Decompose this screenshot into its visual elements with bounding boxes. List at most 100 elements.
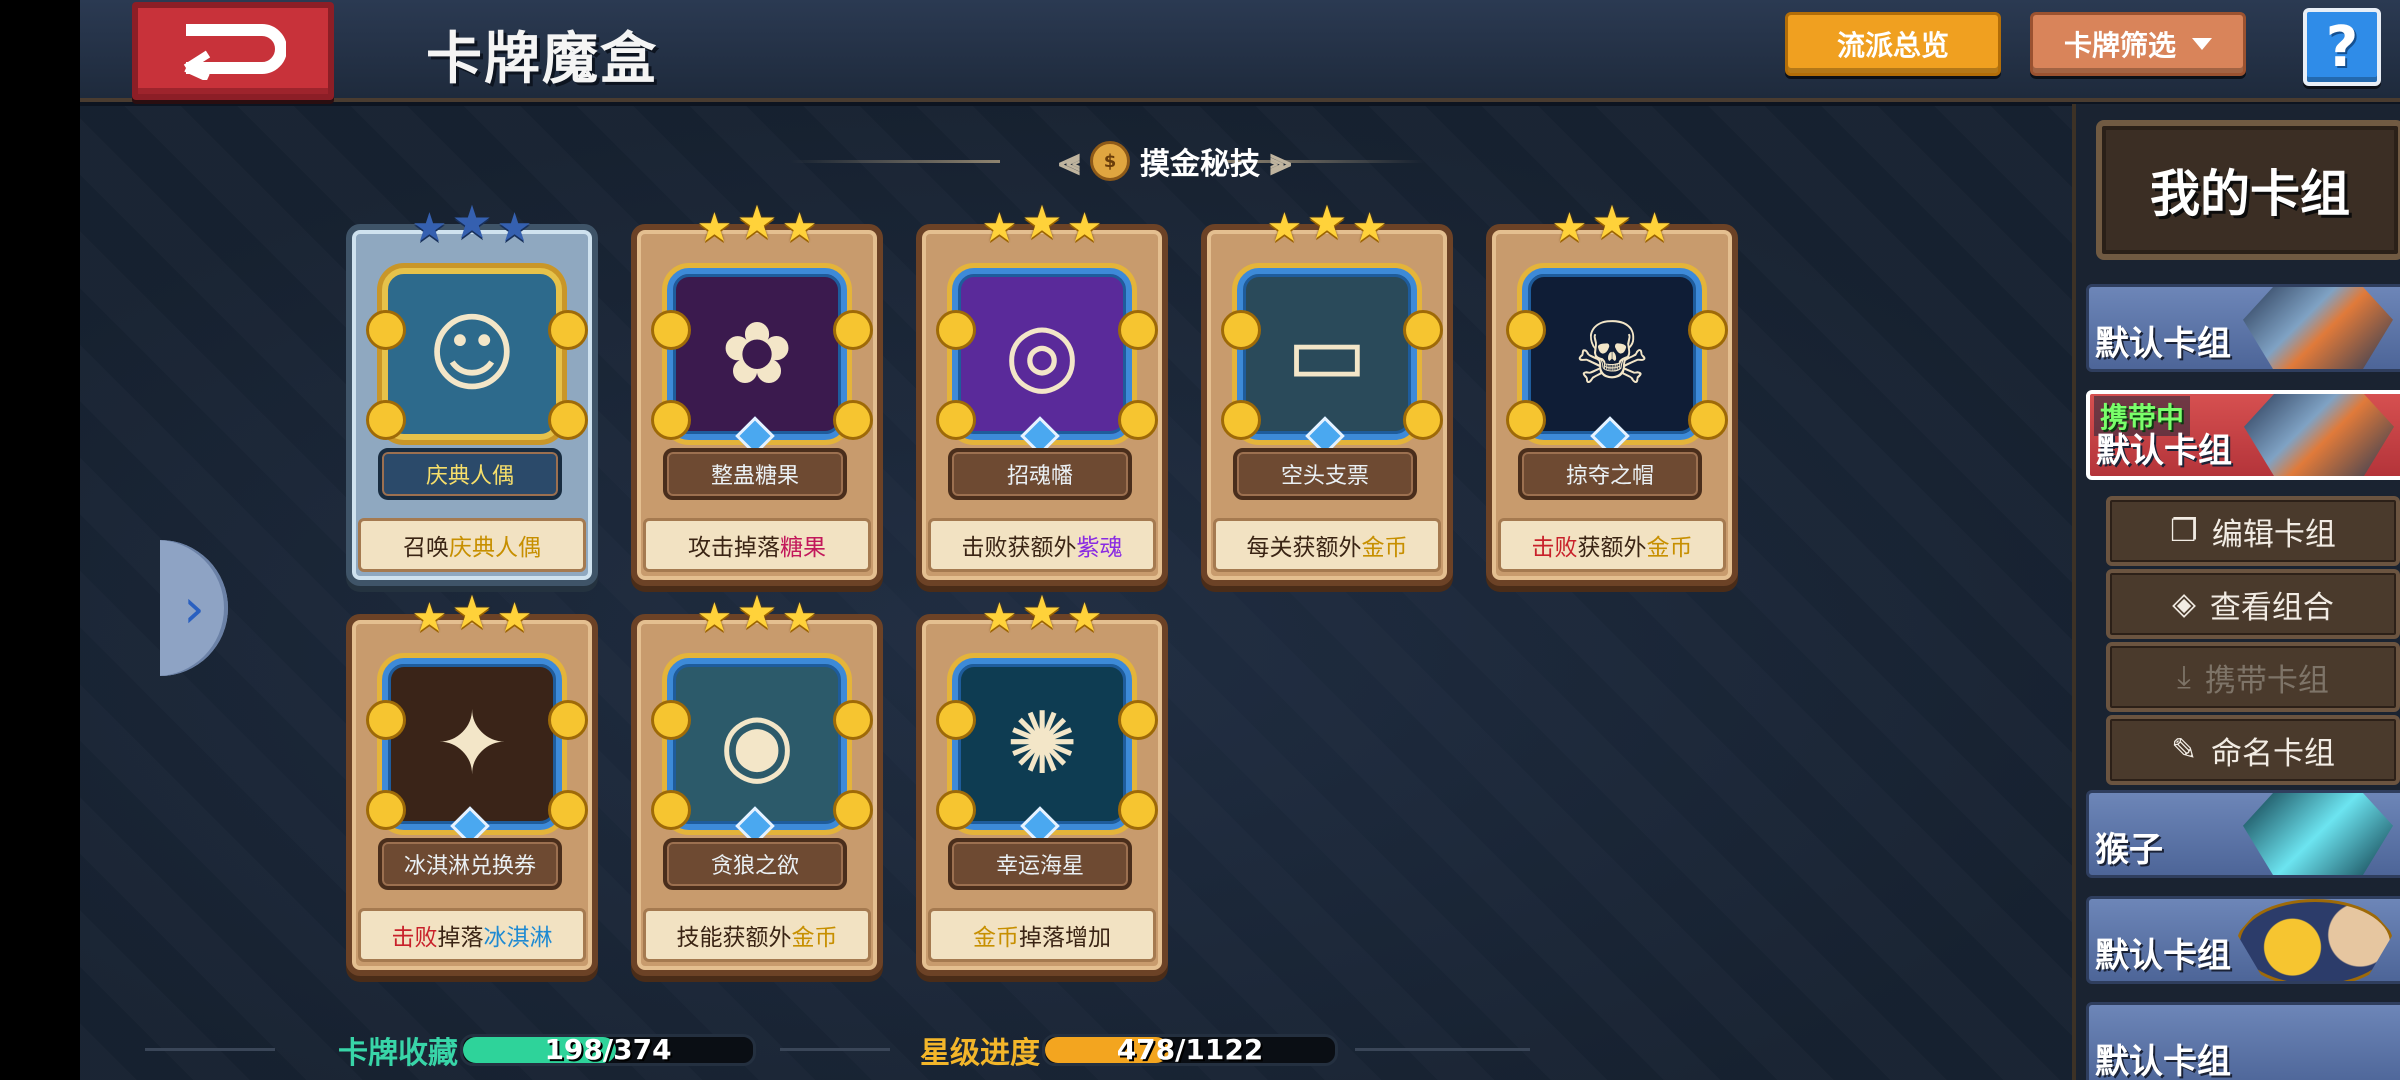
deck-name: 猴子 xyxy=(2095,830,2163,870)
deck-panel: 我的卡组 默认卡组 携带中 默认卡组 ❐ 编辑卡组 ◈ 查看组合 ⤓ 携带卡组 … xyxy=(2072,104,2400,1080)
card-description: 击败 获额外 金币 xyxy=(1498,518,1726,572)
card-description: 击败 掉落 冰淇淋 xyxy=(358,908,586,962)
candy-icon: ✿ xyxy=(667,268,847,440)
coin-icon xyxy=(1403,310,1443,350)
check-icon: ▭ xyxy=(1237,268,1417,440)
card-description-part: 掉落增加 xyxy=(1019,925,1111,951)
star-icon: ★ xyxy=(1636,205,1673,251)
card[interactable]: ★ ★ ★ ✿ 整蛊糖果 攻击掉落 糖果 xyxy=(631,199,883,586)
card[interactable]: ★ ★ ★ ◉ 贪狼之欲 技能获额外 金币 xyxy=(631,589,883,976)
deck-item[interactable]: 猴子 xyxy=(2086,790,2400,878)
star-icon: ★ xyxy=(981,595,1018,641)
card-description-part: 糖果 xyxy=(780,535,826,561)
rename-deck-button[interactable]: ✎ 命名卡组 xyxy=(2106,715,2400,785)
coin-icon xyxy=(366,400,406,440)
star-icon: ★ xyxy=(451,195,493,249)
card-description-part: 冰淇淋 xyxy=(483,925,553,951)
collection-label: 卡牌收藏 xyxy=(338,1036,458,1071)
star-icon: ★ xyxy=(1021,195,1063,249)
star-icon: ★ xyxy=(1266,205,1303,251)
star-icon: ★ xyxy=(781,205,818,251)
chevron-right-icon: › xyxy=(183,576,205,640)
deck-item[interactable]: 默认卡组 xyxy=(2086,284,2400,372)
deck-panel-title: 我的卡组 xyxy=(2096,120,2400,260)
collection-count: 198/374 xyxy=(544,1034,672,1066)
star-rating: ★ ★ ★ xyxy=(922,199,1162,248)
help-button[interactable]: ? xyxy=(2303,8,2381,86)
rename-deck-label: 命名卡组 xyxy=(2210,735,2335,772)
card-description-part: 技能获额外 xyxy=(676,925,792,951)
card-filter-dropdown[interactable]: 卡牌筛选 xyxy=(2030,12,2246,76)
carry-deck-button[interactable]: ⤓ 携带卡组 xyxy=(2106,642,2400,712)
star-rating: ★ ★ ★ xyxy=(1207,199,1447,251)
star-label: 星级进度 xyxy=(920,1036,1040,1071)
bottom-divider xyxy=(1355,1048,1530,1051)
coin-icon xyxy=(1118,790,1158,830)
coin-icon xyxy=(833,700,873,740)
card-description-part: 击败 xyxy=(391,925,438,951)
card[interactable]: ★ ★ ★ ▭ 空头支票 每关获额外 金币 xyxy=(1201,199,1453,586)
coin-icon xyxy=(833,400,873,440)
bottom-divider xyxy=(145,1048,275,1051)
card[interactable]: ★ ★ ★ ☺ 庆典人偶 召唤 庆典人偶 xyxy=(346,199,598,586)
eye-icon: ◈ xyxy=(2172,586,2196,622)
deck-item[interactable]: 默认卡组 xyxy=(2086,1002,2400,1080)
hero-portrait-icon xyxy=(2243,287,2393,369)
card-description: 召唤 庆典人偶 xyxy=(358,518,586,572)
star-icon: ★ xyxy=(496,595,533,641)
card[interactable]: ★ ★ ★ ◎ 招魂幡 击败获额外 紫魂 xyxy=(916,199,1168,586)
coin-icon xyxy=(1688,310,1728,350)
carry-deck-label: 携带卡组 xyxy=(2204,662,2329,699)
game-screen: 卡牌魔盒 流派总览 卡牌筛选 ? › ⫷ $ 摸金秘技 ⫸ ★ ★ ★ ☺ 庆典人偶 召唤… xyxy=(80,0,2400,1080)
card-description: 技能获额外 金币 xyxy=(643,908,871,962)
star-icon: ★ xyxy=(411,205,448,251)
card-description-part: 击败 xyxy=(1531,535,1578,561)
soul-banner-icon: ◎ xyxy=(952,268,1132,440)
star-progress: 星级进度 xyxy=(920,1030,1040,1071)
deck-name: 默认卡组 xyxy=(2096,431,2232,471)
coin-icon xyxy=(1403,400,1443,440)
coin-icon xyxy=(651,700,691,740)
deck-item[interactable]: 默认卡组 xyxy=(2086,896,2400,984)
card-description-part: 金币 xyxy=(1646,535,1693,561)
card[interactable]: ★ ★ ★ ✦ 冰淇淋兑换券 击败 掉落 冰淇淋 xyxy=(346,589,598,976)
wolf-icon: ◉ xyxy=(667,658,847,830)
pencil-icon: ✎ xyxy=(2171,732,2197,768)
expand-panel-button[interactable]: › xyxy=(160,540,228,676)
card-description-part: 每关获额外 xyxy=(1246,535,1362,561)
collection-bar: 198/374 xyxy=(460,1034,756,1066)
card-description: 击败获额外 紫魂 xyxy=(928,518,1156,572)
deck-name: 默认卡组 xyxy=(2095,1042,2231,1080)
star-rating: ★ ★ ★ xyxy=(352,589,592,641)
back-button[interactable] xyxy=(132,2,334,100)
overview-button[interactable]: 流派总览 xyxy=(1785,12,2001,76)
card-description: 金币 掉落增加 xyxy=(928,908,1156,962)
star-icon: ★ xyxy=(1066,595,1103,641)
card-name: 庆典人偶 xyxy=(378,448,562,500)
card[interactable]: ★ ★ ★ ✺ 幸运海星 金币 掉落增加 xyxy=(916,589,1168,976)
card-description-part: 金币 xyxy=(791,925,838,951)
view-combo-button[interactable]: ◈ 查看组合 xyxy=(2106,569,2400,639)
hero-portrait-icon xyxy=(2244,394,2394,476)
coin-icon xyxy=(1118,310,1158,350)
view-combo-label: 查看组合 xyxy=(2209,589,2334,626)
card-description: 每关获额外 金币 xyxy=(1213,518,1441,572)
star-icon: ★ xyxy=(696,205,733,251)
bracket-right-icon: ⫸ xyxy=(1270,138,1292,183)
card-description-part: 金币 xyxy=(973,925,1019,951)
ice-cream-ticket-icon: ✦ xyxy=(382,658,562,830)
collection-progress: 卡牌收藏 xyxy=(338,1030,458,1071)
card-name: 掠夺之帽 xyxy=(1518,448,1702,500)
deck-item-selected[interactable]: 携带中 默认卡组 xyxy=(2086,390,2400,480)
top-bar: 卡牌魔盒 流派总览 卡牌筛选 ? xyxy=(80,0,2400,102)
star-bar: 478/1122 xyxy=(1042,1034,1338,1066)
edit-deck-button[interactable]: ❐ 编辑卡组 xyxy=(2106,496,2400,566)
section-title: 摸金秘技 xyxy=(1140,147,1260,182)
star-rating: ★ ★ ★ xyxy=(637,589,877,638)
card-description-part: 庆典人偶 xyxy=(449,535,541,561)
card[interactable]: ★ ★ ★ ☠ 掠夺之帽 击败 获额外 金币 xyxy=(1486,199,1738,586)
star-rating: ★ ★ ★ xyxy=(922,589,1162,641)
card-description: 攻击掉落 糖果 xyxy=(643,518,871,572)
deck-name: 默认卡组 xyxy=(2095,936,2231,976)
hero-portrait-icon xyxy=(2237,899,2393,981)
